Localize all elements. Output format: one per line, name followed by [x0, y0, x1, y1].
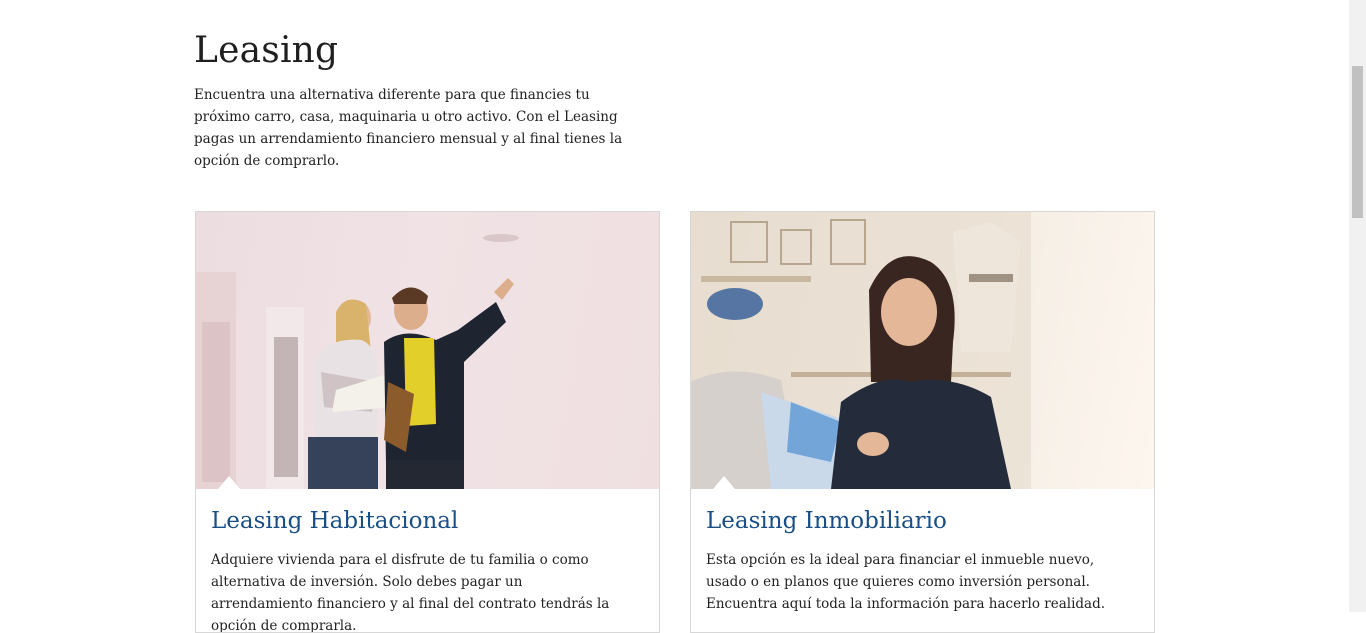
card-description: Adquiere vivienda para el disfrute de tu…: [211, 552, 610, 633]
card-leasing-habitacional[interactable]: Leasing Habitacional Adquiere vivienda p…: [195, 211, 660, 633]
card-title[interactable]: Leasing Habitacional: [211, 508, 458, 534]
card-title[interactable]: Leasing Inmobiliario: [706, 508, 947, 534]
shop-owner-photo-illustration: [691, 212, 1031, 489]
card-notch: [713, 476, 735, 489]
card-notch: [218, 476, 240, 489]
card-description: Esta opción es la ideal para financiar e…: [706, 552, 1106, 612]
vertical-scrollbar[interactable]: [1349, 0, 1366, 612]
page-intro: Encuentra una alternativa diferente para…: [194, 87, 623, 169]
card-image-couple[interactable]: [196, 212, 659, 489]
scrollbar-thumb[interactable]: [1352, 66, 1363, 218]
couple-photo-illustration: [196, 234, 519, 489]
card-leasing-inmobiliario[interactable]: Leasing Inmobiliario Esta opción es la i…: [690, 211, 1155, 633]
card-image-shop-owner[interactable]: [691, 212, 1154, 489]
page-title: Leasing: [194, 30, 339, 71]
